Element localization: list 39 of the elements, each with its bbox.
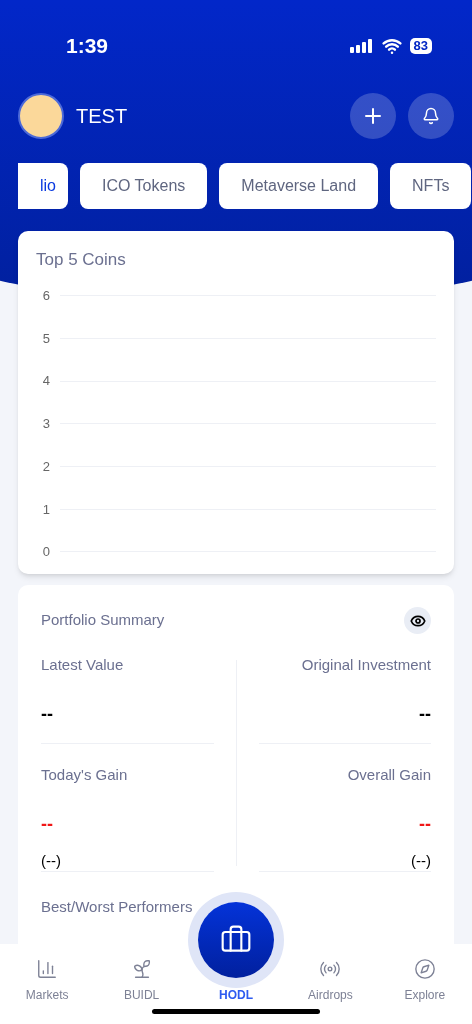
stat-change: (--) bbox=[41, 850, 61, 871]
bell-icon bbox=[422, 107, 440, 125]
tab-bar-item[interactable]: Airdrops bbox=[308, 986, 353, 1004]
axis-tick-label: 6 bbox=[41, 287, 50, 306]
signal-icon bbox=[349, 39, 374, 53]
section-title: Best/Worst Performers bbox=[41, 897, 194, 917]
tab-bar-item[interactable]: Markets bbox=[25, 986, 69, 1004]
tab-bar-item[interactable]: HODL bbox=[219, 986, 253, 1004]
visibility-toggle[interactable] bbox=[404, 607, 431, 634]
stat-value: -- bbox=[41, 702, 53, 726]
stat-value: -- bbox=[41, 812, 53, 836]
chart-title: Top 5 Coins bbox=[36, 249, 127, 271]
category-chip[interactable]: Metaverse Land bbox=[219, 163, 379, 209]
status-time: 1:39 bbox=[66, 33, 109, 60]
bar-chart-icon bbox=[36, 958, 59, 980]
stat-change: (--) bbox=[411, 850, 431, 871]
notifications-button[interactable] bbox=[408, 93, 454, 139]
add-button[interactable] bbox=[350, 93, 396, 139]
tab-bar-item[interactable]: BUIDL bbox=[123, 986, 160, 1004]
section-title: Portfolio Summary bbox=[41, 610, 165, 631]
stat-value: -- bbox=[419, 702, 431, 726]
stat-label: Today's Gain bbox=[41, 765, 128, 785]
username: TEST bbox=[76, 104, 128, 129]
tab-bar-item[interactable]: Explore bbox=[404, 986, 446, 1004]
axis-tick-label: 5 bbox=[41, 329, 50, 348]
category-chip[interactable]: NFTs bbox=[390, 163, 472, 209]
stat-label: Latest Value bbox=[41, 655, 124, 675]
stat-label: Overall Gain bbox=[347, 765, 431, 785]
stat-label: Original Investment bbox=[301, 655, 431, 675]
axis-tick-label: 4 bbox=[41, 372, 50, 391]
axis-tick-label: 3 bbox=[41, 415, 50, 434]
category-chip[interactable]: lio bbox=[18, 163, 68, 209]
category-chip[interactable]: ICO Tokens bbox=[80, 163, 208, 209]
axis-tick-label: 2 bbox=[41, 457, 50, 476]
axis-tick-label: 0 bbox=[41, 543, 50, 562]
axis-tick-label: 1 bbox=[41, 500, 50, 519]
wifi-icon bbox=[381, 36, 402, 56]
stat-value: -- bbox=[419, 812, 431, 836]
compass-icon bbox=[413, 958, 436, 980]
